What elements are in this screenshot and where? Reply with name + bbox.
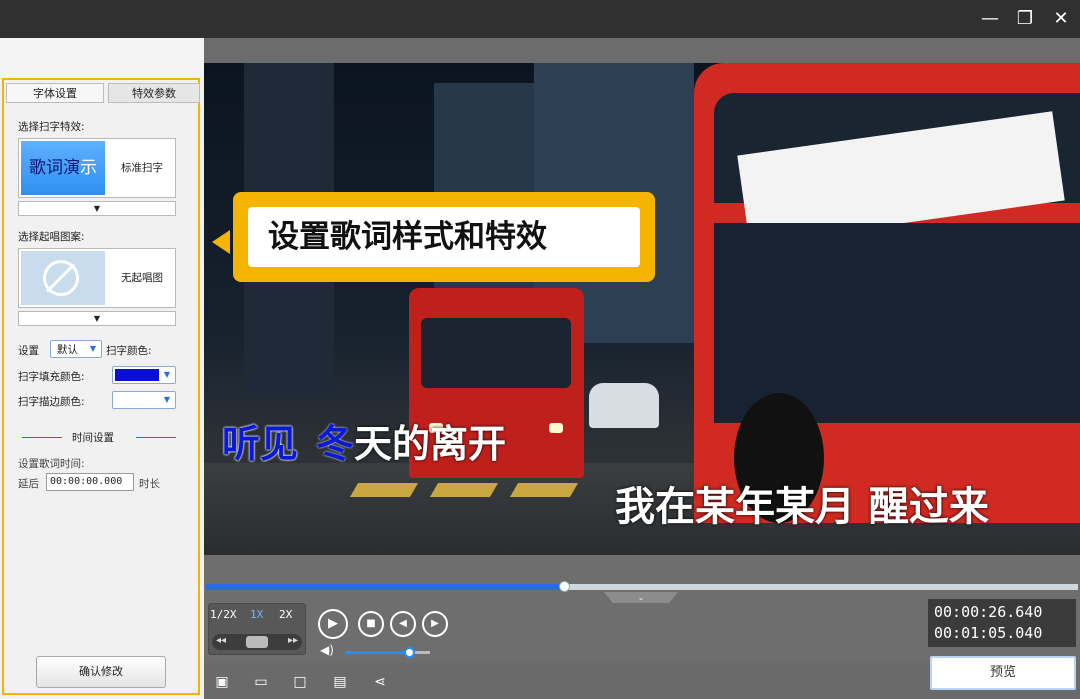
volume-icon[interactable]: ◀) [320, 643, 334, 657]
road-marking [509, 483, 579, 497]
time-display: 00:00:26.640 00:01:05.040 [928, 599, 1076, 647]
effect-name: 标准扫字 [121, 162, 163, 174]
file-icon[interactable]: □ [288, 670, 312, 694]
chevron-down-icon: ▼ [163, 370, 171, 379]
demo-partial-text: 演 [63, 158, 80, 178]
intro-label: 选择起唱图案: [18, 231, 85, 243]
lyric-line-1: 听见 冬天的离开 [222, 413, 506, 468]
preview-top-strip [204, 38, 1080, 63]
speed-half[interactable]: 1/2X [210, 608, 237, 621]
next-button[interactable]: ▶ [422, 611, 448, 637]
chevron-down-icon: ▼ [163, 395, 171, 404]
delay-input[interactable]: 00:00:00.000 [46, 473, 134, 491]
intro-preview [21, 251, 105, 305]
previous-button[interactable]: ◀ [390, 611, 416, 637]
current-time: 00:00:26.640 [934, 603, 1043, 621]
road-marking [429, 483, 499, 497]
export-icon[interactable]: ▤ [328, 670, 352, 694]
fill-color-label: 扫字填充颜色: [18, 371, 85, 383]
divider [22, 437, 62, 438]
intro-name: 无起唱图 [121, 272, 163, 284]
divider [136, 437, 176, 438]
save-icon[interactable]: ▣ [210, 670, 234, 694]
stroke-color-swatch [115, 394, 159, 406]
effect-selector[interactable]: 歌词演示 标准扫字 [18, 138, 176, 198]
stroke-color-picker[interactable]: ▼ [112, 391, 176, 409]
restore-button[interactable]: ❐ [1012, 6, 1038, 32]
open-folder-icon[interactable]: ▭ [249, 670, 273, 694]
title-bar [0, 0, 1080, 38]
stop-icon: ■ [366, 618, 376, 629]
share-icon[interactable]: ⋖ [368, 670, 392, 694]
speed-double[interactable]: 2X [279, 608, 292, 621]
sweep-color-label: 扫字颜色: [106, 345, 152, 357]
play-button[interactable]: ▶ [318, 609, 348, 639]
set-label: 设置 [18, 345, 39, 357]
delay-label: 延后 [18, 478, 39, 490]
double-decker-bus [694, 63, 1080, 523]
duration-label: 时长 [139, 478, 160, 490]
preset-value: 默认 [57, 344, 78, 356]
volume-handle[interactable] [404, 647, 415, 658]
tab-font-settings[interactable]: 字体设置 [6, 83, 104, 103]
lyric-sung-text: 听见 [222, 422, 299, 466]
effect-demo: 歌词演示 [21, 141, 105, 195]
minimize-button[interactable]: — [977, 6, 1003, 32]
speed-slider[interactable]: ◂◂ ▸▸ [212, 634, 302, 650]
left-panel-header [0, 38, 204, 78]
timing-heading: 时间设置 [72, 432, 114, 444]
volume-fill [345, 651, 409, 654]
total-time: 00:01:05.040 [934, 624, 1043, 642]
chevron-down-icon: ▼ [89, 344, 97, 353]
speed-normal[interactable]: 1X [250, 608, 263, 621]
stroke-color-label: 扫字描边颜色: [18, 396, 85, 408]
demo-unsung-text: 示 [80, 158, 97, 178]
close-button[interactable]: ✕ [1048, 6, 1074, 32]
next-icon: ▶ [431, 618, 439, 629]
lyric-partial-text: 冬 [316, 422, 355, 466]
preset-select[interactable]: 默认 ▼ [50, 340, 102, 358]
demo-sung-text: 歌词 [29, 158, 63, 178]
road-marking [349, 483, 419, 497]
preview-button[interactable]: 预览 [930, 656, 1076, 690]
effect-dropdown[interactable]: ▼ [18, 201, 176, 216]
confirm-button[interactable]: 确认修改 [36, 656, 166, 688]
lyric-unsung-text: 天的离开 [354, 422, 507, 466]
lyric-line-2: 我在某年某月 醒过来 [615, 484, 989, 530]
no-symbol-icon [43, 260, 79, 296]
progress-fill [206, 584, 564, 590]
callout-text: 设置歌词样式和特效 [248, 207, 640, 267]
collapse-tab[interactable]: ⌄ [604, 592, 678, 603]
car [589, 383, 659, 428]
previous-icon: ◀ [399, 618, 407, 629]
effect-label: 选择扫字特效: [18, 121, 85, 133]
intro-selector[interactable]: 无起唱图 [18, 248, 176, 308]
fill-color-swatch [115, 369, 159, 381]
stop-button[interactable]: ■ [358, 611, 384, 637]
callout-arrow [212, 230, 230, 254]
fill-color-picker[interactable]: ▼ [112, 366, 176, 384]
intro-dropdown[interactable]: ▼ [18, 311, 176, 326]
set-time-label: 设置歌词时间: [18, 458, 85, 470]
tab-effect-params[interactable]: 特效参数 [108, 83, 200, 103]
progress-handle[interactable] [559, 581, 570, 592]
play-icon: ▶ [328, 616, 338, 631]
